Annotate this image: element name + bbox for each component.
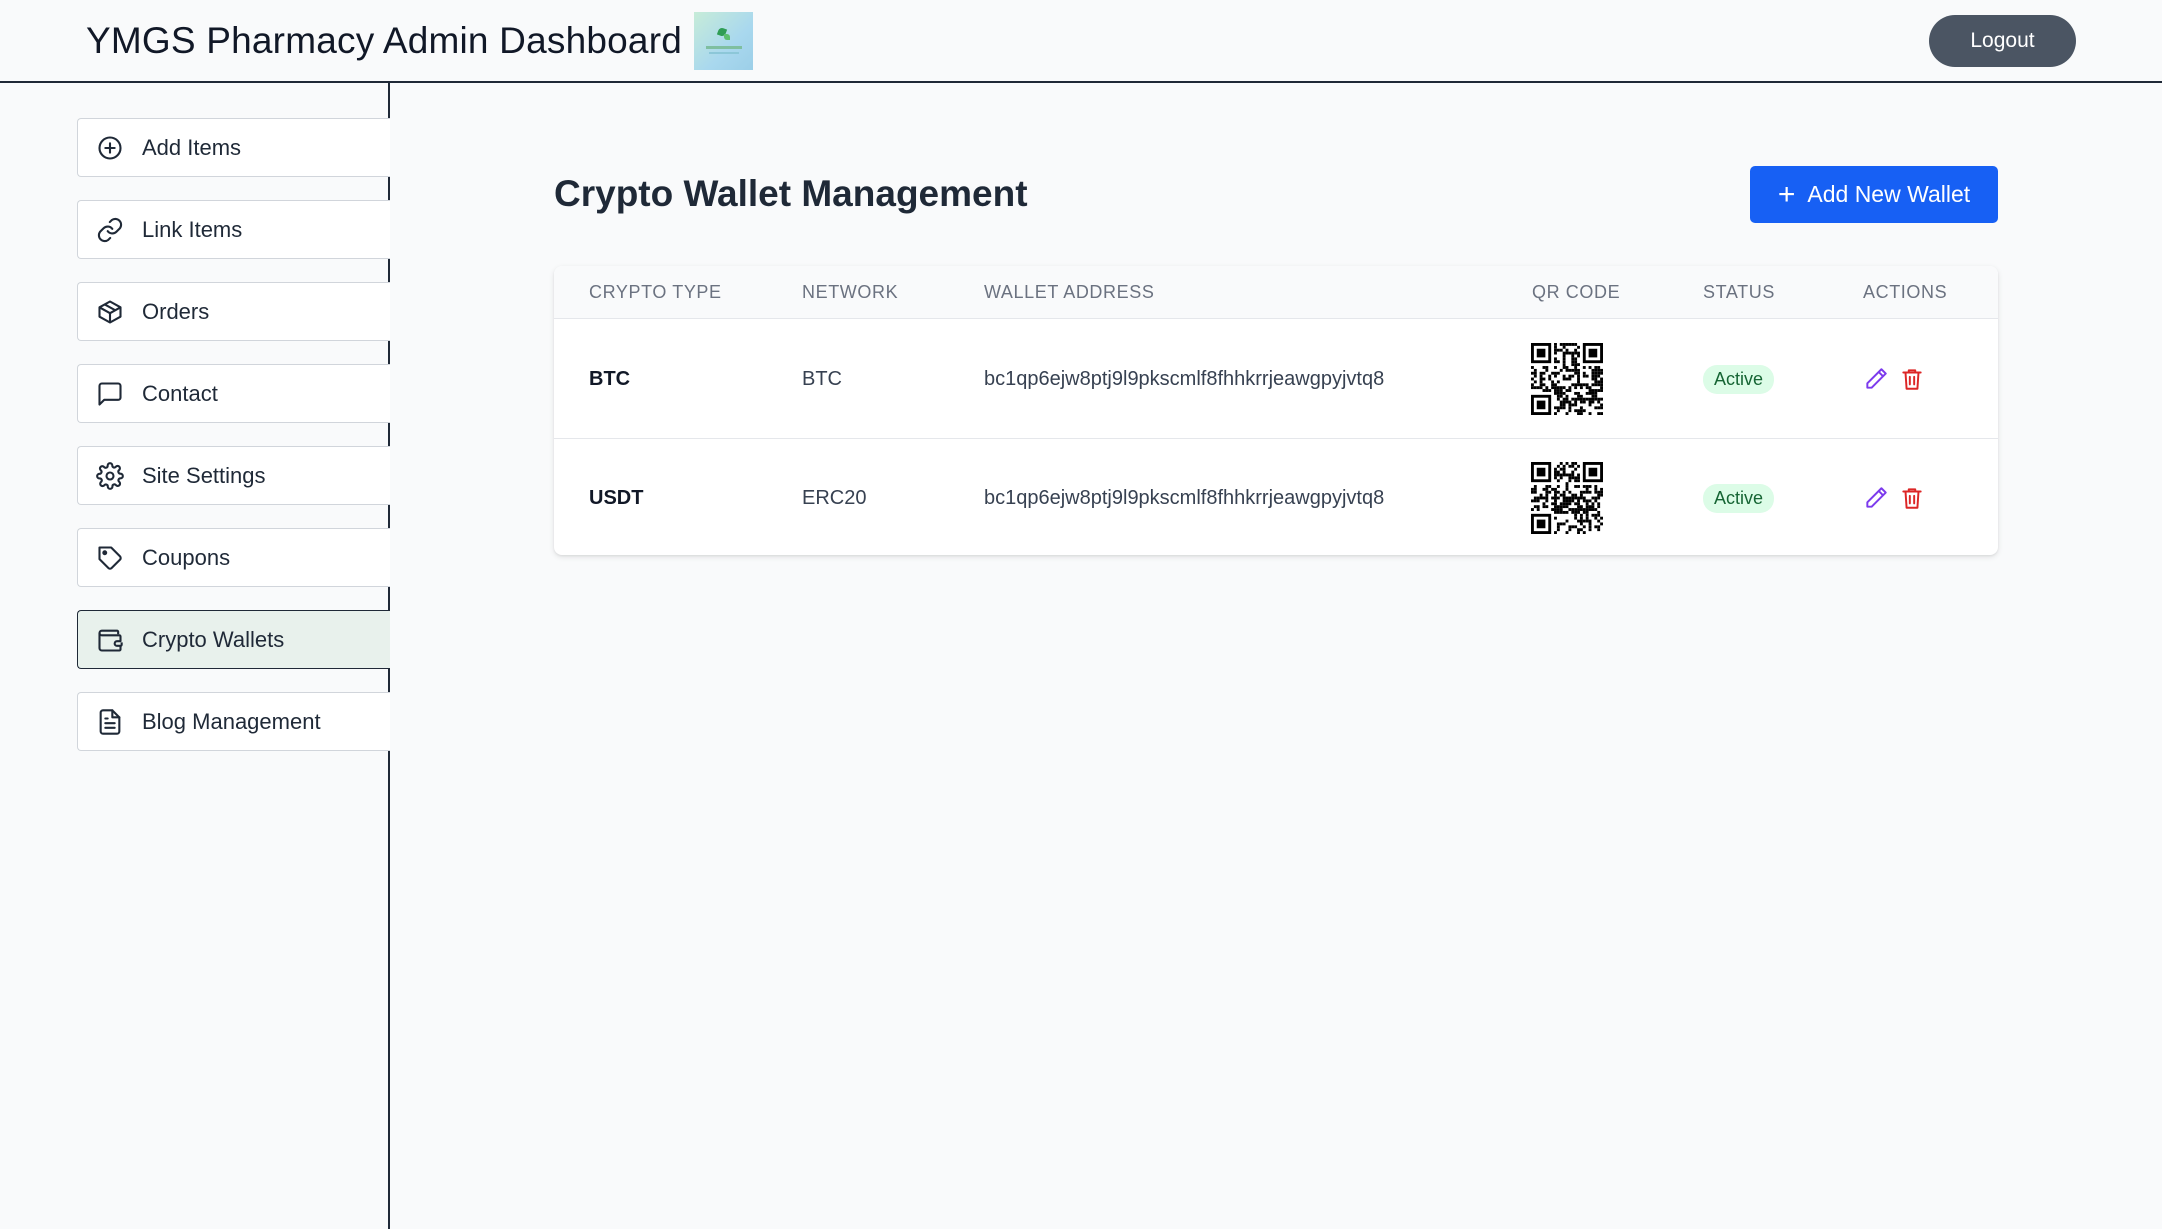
top-header: YMGS Pharmacy Admin Dashboard Logout	[0, 0, 2162, 83]
add-new-wallet-button[interactable]: + Add New Wallet	[1750, 166, 1998, 223]
gear-icon	[96, 461, 124, 490]
sidebar-item-blog-management[interactable]: Blog Management	[77, 692, 390, 751]
wallets-table: Crypto Type Network Wallet Address QR Co…	[554, 266, 1998, 555]
qr-code-cell	[1531, 320, 1603, 438]
status-badge: Active	[1703, 364, 1775, 394]
column-header-network: Network	[802, 282, 899, 302]
column-header-wallet-address: Wallet Address	[984, 282, 1155, 302]
sidebar-item-label: Orders	[142, 298, 210, 324]
brand: YMGS Pharmacy Admin Dashboard	[86, 12, 753, 70]
column-header-qr-code: QR Code	[1532, 282, 1621, 302]
sidebar-item-crypto-wallets[interactable]: Crypto Wallets	[77, 610, 390, 669]
crypto-type-cell: USDT	[589, 486, 644, 509]
sidebar-item-coupons[interactable]: Coupons	[77, 528, 390, 587]
pharmacy-logo	[694, 12, 753, 70]
sidebar-item-label: Blog Management	[142, 708, 321, 734]
status-cell: Active	[1703, 439, 1775, 555]
sidebar-item-link-items[interactable]: Link Items	[77, 200, 390, 259]
plus-circle-icon	[98, 135, 122, 160]
delete-icon[interactable]	[1899, 485, 1925, 511]
edit-icon[interactable]	[1863, 485, 1889, 511]
wallet-address-cell: bc1qp6ejw8ptj9l9pkscmlf8fhhkrrjeawgpyjvt…	[984, 486, 1385, 509]
table-header: Crypto Type Network Wallet Address QR Co…	[554, 266, 1998, 319]
link-icon	[97, 217, 123, 242]
qr-code-cell	[1531, 439, 1603, 555]
app-title: YMGS Pharmacy Admin Dashboard	[86, 20, 682, 61]
status-cell: Active	[1703, 320, 1775, 438]
wallet-icon	[98, 629, 123, 652]
sidebar-item-label: Coupons	[142, 544, 231, 570]
plus-icon: +	[1777, 177, 1796, 211]
sidebar-item-site-settings[interactable]: Site Settings	[77, 446, 390, 505]
column-header-actions: Actions	[1863, 282, 1948, 302]
table-row: BTC BTC bc1qp6ejw8ptj9l9pkscmlf8fhhkrrje…	[554, 320, 1998, 438]
sidebar-item-contact[interactable]: Contact	[77, 364, 390, 423]
crypto-type-cell: BTC	[589, 367, 631, 390]
column-header-status: Status	[1703, 282, 1775, 302]
column-header-crypto-type: Crypto Type	[589, 282, 722, 302]
status-badge: Active	[1703, 483, 1775, 513]
table-row: USDT ERC20 bc1qp6ejw8ptj9l9pkscmlf8fhhkr…	[554, 438, 1998, 555]
message-square-icon	[98, 381, 122, 406]
sidebar-item-add-items[interactable]: Add Items	[77, 118, 390, 177]
sidebar-item-label: Site Settings	[142, 462, 266, 488]
network-cell: ERC20	[802, 486, 867, 509]
qr-code-image[interactable]	[1531, 343, 1603, 415]
main-content: Crypto Wallet Management + Add New Walle…	[392, 83, 2162, 1229]
wallet-address-cell: bc1qp6ejw8ptj9l9pkscmlf8fhhkrrjeawgpyjvt…	[984, 367, 1385, 390]
logout-button[interactable]: Logout	[1929, 15, 2076, 67]
page-title: Crypto Wallet Management	[554, 173, 1028, 214]
network-cell: BTC	[802, 367, 842, 390]
sidebar-item-orders[interactable]: Orders	[77, 282, 390, 341]
qr-code-image[interactable]	[1531, 462, 1603, 534]
sidebar-item-label: Crypto Wallets	[142, 626, 285, 652]
file-text-icon	[99, 708, 121, 735]
sidebar: Add Items Link Items Orders Contact Site…	[0, 83, 390, 1229]
delete-icon[interactable]	[1899, 366, 1925, 392]
sidebar-item-label: Contact	[142, 380, 218, 406]
actions-cell	[1863, 439, 1935, 555]
sidebar-item-label: Add Items	[142, 134, 242, 160]
edit-icon[interactable]	[1863, 366, 1889, 392]
actions-cell	[1863, 320, 1935, 438]
sidebar-item-label: Link Items	[142, 216, 243, 242]
tag-icon	[98, 545, 122, 570]
package-icon	[98, 299, 122, 324]
add-new-wallet-label: Add New Wallet	[1807, 181, 1971, 207]
